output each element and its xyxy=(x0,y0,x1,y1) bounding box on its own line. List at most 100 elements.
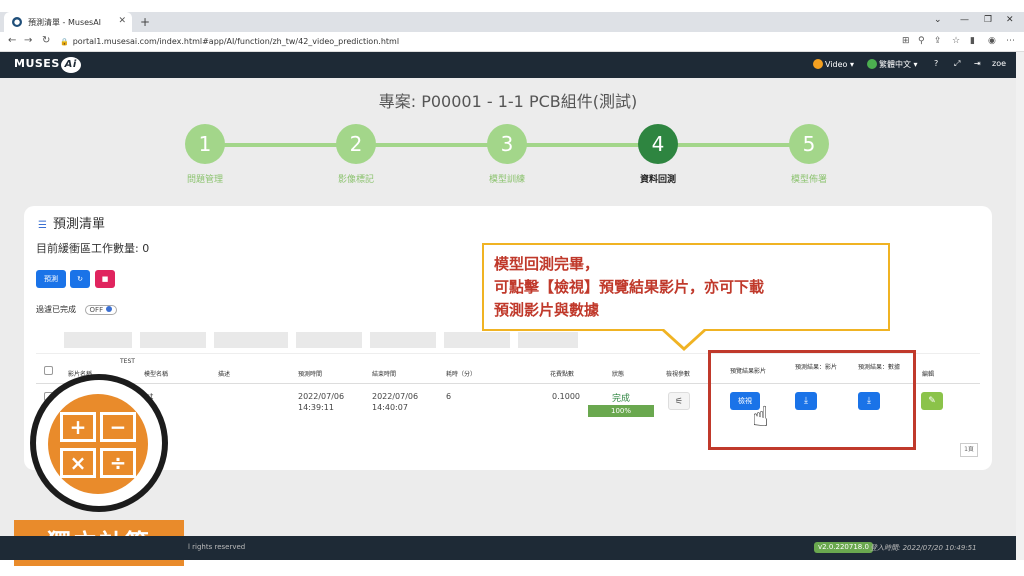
translate-icon[interactable]: ⊞ xyxy=(902,36,910,46)
predict-button[interactable]: 預測 xyxy=(36,270,66,288)
toggle-knob xyxy=(106,306,113,312)
step-5-label[interactable]: 模型佈署 xyxy=(759,172,859,185)
minimize-icon[interactable]: — xyxy=(960,15,969,25)
restore-icon[interactable]: ❐ xyxy=(984,15,992,25)
callout-pointer-inner xyxy=(663,328,705,347)
fullscreen-icon[interactable]: ⤢ xyxy=(954,59,960,69)
column-header-points[interactable]: 花費點數 xyxy=(550,369,574,378)
video-label: Video xyxy=(825,60,848,69)
column-header-model[interactable]: 模型名稱 xyxy=(144,369,168,378)
refresh-button[interactable]: ↻ xyxy=(70,270,90,288)
column-filter-input[interactable] xyxy=(518,332,578,348)
cell-duration: 6 xyxy=(446,392,452,401)
progress-bar: 100% xyxy=(588,405,654,417)
column-header-description[interactable]: 描述 xyxy=(218,369,230,378)
column-header-edit[interactable]: 編輯 xyxy=(922,369,934,378)
step-2[interactable]: 2 xyxy=(336,124,376,164)
extra-header: TEST xyxy=(120,358,135,365)
page-size-selector[interactable]: 1頁 xyxy=(960,443,978,457)
page-scrollbar[interactable] xyxy=(1016,52,1024,560)
plus-icon: + xyxy=(60,412,96,442)
lock-icon: 🔒 xyxy=(60,38,69,46)
refresh-icon: ↻ xyxy=(77,275,83,283)
column-header-predict-time[interactable]: 預測時間 xyxy=(298,369,322,378)
user-name[interactable]: zoe xyxy=(992,59,1006,68)
step-1[interactable]: 1 xyxy=(185,124,225,164)
logout-icon[interactable]: ⇥ xyxy=(974,59,981,68)
column-filter-input[interactable] xyxy=(444,332,510,348)
globe-icon xyxy=(867,59,877,69)
view-params-button[interactable]: ⚟ xyxy=(668,392,690,410)
calculator-icon: + − × ÷ xyxy=(60,412,136,478)
app-header: MUSES Ai Video ▾ 繁體中文 ▾ ? ⤢ ⇥ zoe xyxy=(0,52,1024,78)
step-5[interactable]: 5 xyxy=(789,124,829,164)
step-3-label[interactable]: 模型訓練 xyxy=(457,172,557,185)
cell-predict-time: 2022/07/06 14:39:11 xyxy=(298,392,345,412)
column-filter-input[interactable] xyxy=(370,332,436,348)
profile-icon[interactable]: ◉ xyxy=(988,36,996,46)
video-menu[interactable]: Video ▾ xyxy=(813,59,854,69)
browser-tab-bar: ● 預測清單 - MusesAI ✕ + ⌄ — ❐ ✕ xyxy=(0,12,1024,32)
muses-logo[interactable]: MUSES Ai xyxy=(14,57,81,73)
pencil-icon: ✎ xyxy=(928,396,936,406)
filter-toggle[interactable]: OFF xyxy=(84,305,118,315)
column-header-view-params[interactable]: 檢視參數 xyxy=(666,369,690,378)
tab-close-icon[interactable]: ✕ xyxy=(118,16,126,26)
step-1-label[interactable]: 問題管理 xyxy=(155,172,255,185)
help-icon[interactable]: ? xyxy=(934,59,938,68)
browser-tab[interactable]: ● 預測清單 - MusesAI ✕ xyxy=(4,12,132,32)
logo-ai: Ai xyxy=(60,57,81,73)
delete-button[interactable]: ■ xyxy=(95,270,115,288)
window-close-icon[interactable]: ✕ xyxy=(1006,15,1014,25)
instruction-callout: 模型回測完畢， 可點擊【檢視】預覽結果影片，亦可下載 預測影片與數據 xyxy=(482,243,890,331)
url-text: portal1.musesai.com/index.html#app/AI/fu… xyxy=(72,37,400,46)
column-filter-input[interactable] xyxy=(64,332,132,348)
screenshot-frame: ● 預測清單 - MusesAI ✕ + ⌄ — ❐ ✕ ← → ↻ 🔒 port… xyxy=(0,0,1024,576)
zoom-icon[interactable]: ⚲ xyxy=(918,36,925,46)
language-menu[interactable]: 繁體中文 ▾ xyxy=(867,59,918,70)
callout-line-2: 可點擊【檢視】預覽結果影片，亦可下載 xyxy=(494,278,765,296)
minus-icon: − xyxy=(100,412,136,442)
column-filter-input[interactable] xyxy=(214,332,288,348)
filter-completed: 過濾已完成 OFF xyxy=(36,304,118,315)
copyright-text: l rights reserved xyxy=(188,543,246,551)
toggle-label: OFF xyxy=(89,306,104,314)
url-field[interactable]: 🔒 portal1.musesai.com/index.html#app/AI/f… xyxy=(60,35,890,49)
reload-icon[interactable]: ↻ xyxy=(42,35,50,46)
hand-pointer-icon: ☝ xyxy=(752,400,770,433)
muses-favicon-icon: ● xyxy=(12,17,22,27)
share-icon[interactable]: ⇪ xyxy=(934,36,942,46)
language-label: 繁體中文 xyxy=(879,60,911,69)
step-4[interactable]: 4 xyxy=(638,124,678,164)
address-bar: ← → ↻ 🔒 portal1.musesai.com/index.html#ap… xyxy=(0,32,1024,52)
step-4-label[interactable]: 資料回測 xyxy=(608,172,708,185)
tab-search-icon[interactable]: ⌄ xyxy=(934,15,942,25)
list-icon: ☰ xyxy=(38,220,47,231)
step-3[interactable]: 3 xyxy=(487,124,527,164)
card-title: ☰ 預測清單 xyxy=(38,213,105,232)
queue-count: 目前緩衝區工作數量: 0 xyxy=(36,242,150,255)
tab-title: 預測清單 - MusesAI xyxy=(28,18,102,27)
side-panel-icon[interactable]: ▮ xyxy=(970,36,975,46)
trash-icon: ■ xyxy=(101,275,109,283)
divide-icon: ÷ xyxy=(100,448,136,478)
column-filter-input[interactable] xyxy=(140,332,206,348)
column-header-status[interactable]: 狀態 xyxy=(612,369,624,378)
column-header-end-time[interactable]: 結束時間 xyxy=(372,369,396,378)
menu-icon[interactable]: ⋯ xyxy=(1006,36,1015,46)
step-2-label[interactable]: 影像標記 xyxy=(306,172,406,185)
callout-line-1: 模型回測完畢， xyxy=(494,255,600,273)
callout-line-3: 預測影片與數據 xyxy=(494,301,600,319)
card-title-text: 預測清單 xyxy=(52,217,105,232)
new-tab-button[interactable]: + xyxy=(140,15,150,29)
edit-button[interactable]: ✎ xyxy=(921,392,943,410)
logo-text: MUSES xyxy=(14,57,60,70)
column-header-duration[interactable]: 耗時（分） xyxy=(446,369,476,378)
bookmark-star-icon[interactable]: ☆ xyxy=(952,36,960,46)
column-filter-input[interactable] xyxy=(296,332,362,348)
project-title: 專案: P00001 - 1-1 PCB組件(測試) xyxy=(378,92,638,111)
forward-icon[interactable]: → xyxy=(24,35,32,46)
select-all-checkbox[interactable] xyxy=(44,366,53,375)
filter-label: 過濾已完成 xyxy=(36,305,76,314)
back-icon[interactable]: ← xyxy=(8,35,16,46)
